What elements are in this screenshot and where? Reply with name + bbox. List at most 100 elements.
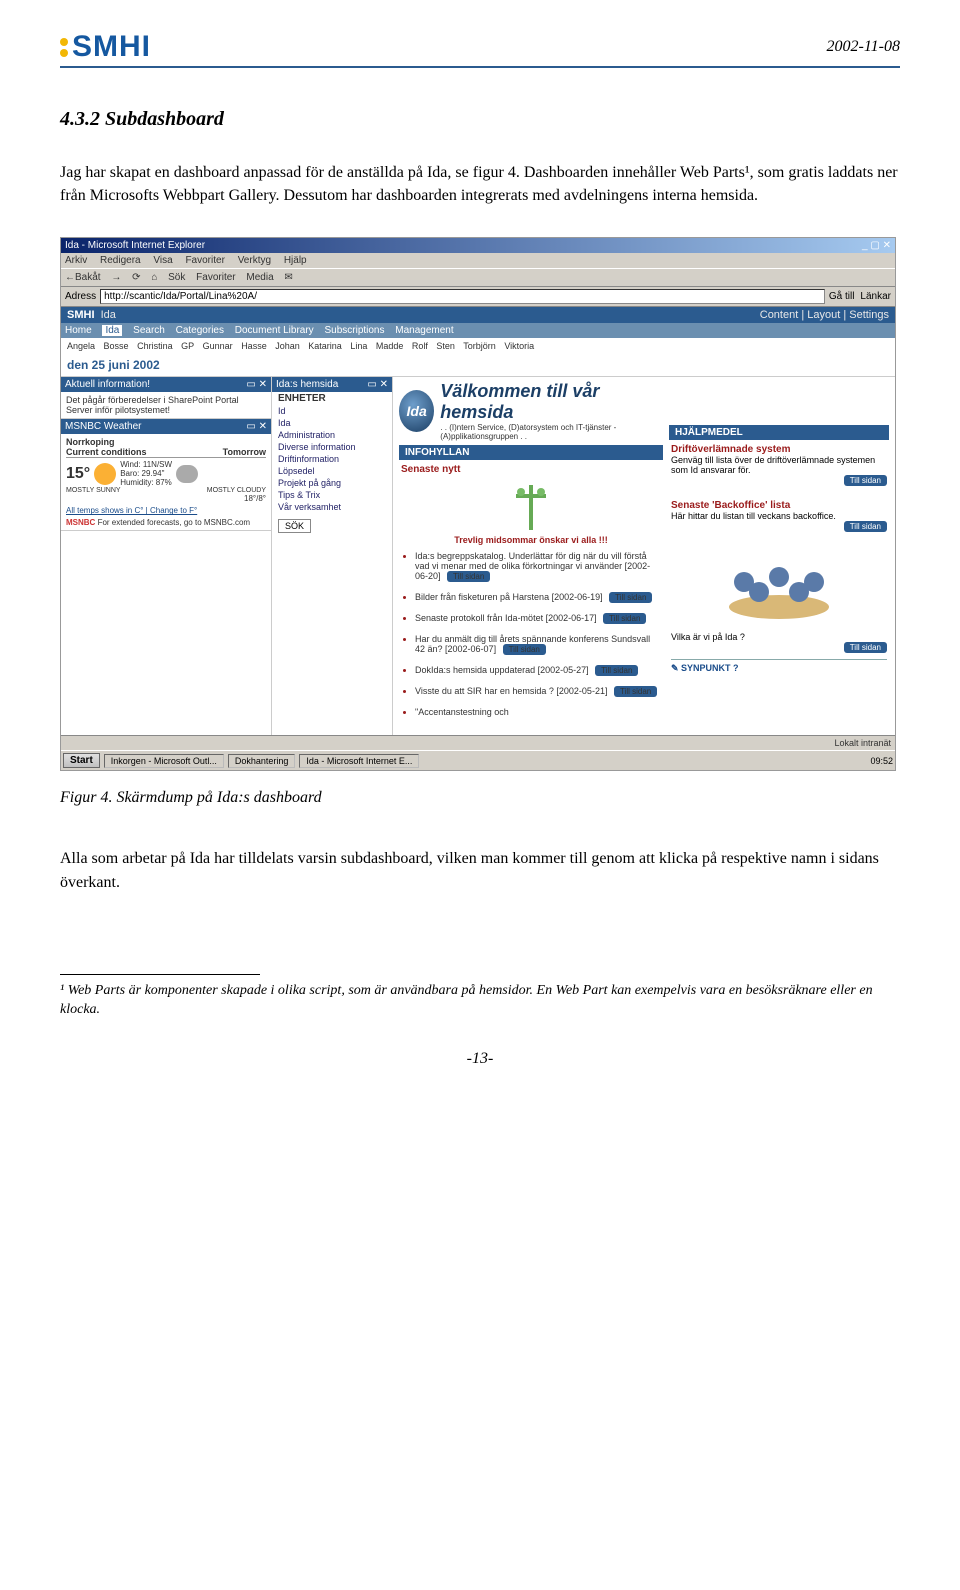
name-link[interactable]: Sten	[436, 341, 455, 351]
news-list: Ida:s begreppskatalog. Underlättar för d…	[401, 551, 661, 717]
tab-management[interactable]: Management	[395, 325, 453, 336]
tab-ida[interactable]: Ida	[102, 325, 122, 336]
name-link[interactable]: Johan	[275, 341, 300, 351]
mid-item[interactable]: Löpsedel	[272, 465, 392, 477]
till-sidan-button[interactable]: Till sidan	[603, 613, 646, 624]
webpart-controls-icon[interactable]: ▭ ✕	[367, 379, 388, 390]
till-sidan-button[interactable]: Till sidan	[447, 571, 490, 582]
midsummer-illustration	[401, 475, 661, 535]
name-link[interactable]: Rolf	[412, 341, 428, 351]
mid-item[interactable]: Vår verksamhet	[272, 501, 392, 513]
name-link[interactable]: Gunnar	[203, 341, 233, 351]
menu-hjalp[interactable]: Hjälp	[284, 255, 307, 266]
drift-title: Driftöverlämnade system	[671, 444, 887, 455]
browser-menubar[interactable]: Arkiv Redigera Visa Favoriter Verktyg Hj…	[61, 253, 895, 268]
links-button[interactable]: Länkar	[860, 291, 891, 302]
news-item: Visste du att SIR har en hemsida ? [2002…	[415, 686, 661, 697]
back-button[interactable]: ←Bakåt	[65, 272, 101, 283]
mid-item[interactable]: Projekt på gång	[272, 477, 392, 489]
news-item: Ida:s begreppskatalog. Underlättar för d…	[415, 551, 661, 582]
mid-item[interactable]: Driftinformation	[272, 453, 392, 465]
webpart-controls-icon[interactable]: ▭ ✕	[246, 379, 267, 390]
weather-wind: Wind: 11N/SW	[120, 460, 172, 469]
news-item: Bilder från fisketuren på Harstena [2002…	[415, 592, 661, 603]
address-label: Adress	[65, 291, 96, 302]
search-button[interactable]: Sök	[168, 272, 185, 283]
menu-redigera[interactable]: Redigera	[100, 255, 141, 266]
portal-tabs[interactable]: Home Ida Search Categories Document Libr…	[61, 323, 895, 338]
weather-hilow: 18°/8°	[66, 494, 266, 503]
name-link[interactable]: GP	[181, 341, 194, 351]
user-names-row[interactable]: Angela Bosse Christina GP Gunnar Hasse J…	[61, 338, 895, 354]
figure-caption: Figur 4. Skärmdump på Ida:s dashboard	[60, 789, 900, 807]
mid-item[interactable]: Id	[272, 405, 392, 417]
tab-doclib[interactable]: Document Library	[235, 325, 314, 336]
system-tray-clock: 09:52	[870, 756, 893, 766]
webpart-controls-icon[interactable]: ▭ ✕	[246, 421, 267, 432]
mid-item[interactable]: Diverse information	[272, 441, 392, 453]
name-link[interactable]: Katarina	[308, 341, 342, 351]
taskbar-item[interactable]: Inkorgen - Microsoft Outl...	[104, 754, 224, 768]
menu-arkiv[interactable]: Arkiv	[65, 255, 87, 266]
news-item: "Accentanstestning och	[415, 707, 661, 717]
mid-item[interactable]: Tips & Trix	[272, 489, 392, 501]
name-link[interactable]: Angela	[67, 341, 95, 351]
backoffice-title: Senaste 'Backoffice' lista	[671, 500, 887, 511]
weather-today: MOSTLY SUNNY	[66, 487, 121, 494]
name-link[interactable]: Torbjörn	[463, 341, 496, 351]
till-sidan-button[interactable]: Till sidan	[844, 642, 887, 653]
synpunkt-link[interactable]: ✎ SYNPUNKT ?	[671, 659, 887, 674]
tab-home[interactable]: Home	[65, 325, 92, 336]
favorites-button[interactable]: Favoriter	[196, 272, 235, 283]
weather-tomorrow: MOSTLY CLOUDY	[207, 487, 266, 494]
people-illustration	[671, 532, 887, 632]
taskbar-item[interactable]: Dokhantering	[228, 754, 296, 768]
menu-favoriter[interactable]: Favoriter	[185, 255, 224, 266]
webpart-aktuell-body: Det pågår förberedelser i SharePoint Por…	[61, 392, 271, 419]
window-controls[interactable]: _ ▢ ✕	[862, 240, 891, 251]
name-link[interactable]: Hasse	[241, 341, 267, 351]
name-link[interactable]: Viktoria	[504, 341, 534, 351]
tab-search[interactable]: Search	[133, 325, 165, 336]
name-link[interactable]: Lina	[350, 341, 367, 351]
menu-visa[interactable]: Visa	[153, 255, 172, 266]
media-button[interactable]: Media	[246, 272, 273, 283]
webpart-weather-header: MSNBC Weather▭ ✕	[61, 419, 271, 434]
windows-taskbar[interactable]: Start Inkorgen - Microsoft Outl... Dokha…	[61, 750, 895, 770]
till-sidan-button[interactable]: Till sidan	[609, 592, 652, 603]
browser-toolbar[interactable]: ←Bakåt → ⟳ ⌂ Sök Favoriter Media ✉	[61, 268, 895, 287]
hjalpmedel-header: HJÄLPMEDEL	[669, 425, 889, 440]
refresh-button[interactable]: ⟳	[132, 272, 140, 283]
weather-baro: Baro: 29.94"	[120, 469, 172, 478]
mid-enheter: ENHETER	[272, 392, 392, 405]
mid-item[interactable]: Ida	[272, 417, 392, 429]
till-sidan-button[interactable]: Till sidan	[503, 644, 546, 655]
mid-nav: Ida:s hemsida▭ ✕ ENHETER Id Ida Administ…	[271, 377, 393, 735]
address-bar[interactable]: Adress http://scantic/Ida/Portal/Lina%20…	[61, 287, 895, 307]
till-sidan-button[interactable]: Till sidan	[614, 686, 657, 697]
name-link[interactable]: Madde	[376, 341, 404, 351]
tab-subscriptions[interactable]: Subscriptions	[324, 325, 384, 336]
sok-button[interactable]: SÖK	[278, 519, 311, 533]
mid-item[interactable]: Administration	[272, 429, 392, 441]
name-link[interactable]: Bosse	[104, 341, 129, 351]
weather-extended-link[interactable]: MSNBC For extended forecasts, go to MSNB…	[66, 518, 266, 527]
weather-units-link[interactable]: All temps shows in C° | Change to F°	[66, 506, 266, 515]
address-input[interactable]: http://scantic/Ida/Portal/Lina%20A/	[100, 289, 825, 304]
forward-button[interactable]: →	[111, 272, 121, 283]
taskbar-item[interactable]: Ida - Microsoft Internet E...	[299, 754, 419, 768]
cloud-icon	[176, 465, 198, 483]
name-link[interactable]: Christina	[137, 341, 173, 351]
till-sidan-button[interactable]: Till sidan	[844, 521, 887, 532]
start-button[interactable]: Start	[63, 753, 100, 768]
till-sidan-button[interactable]: Till sidan	[595, 665, 638, 676]
mail-button[interactable]: ✉	[284, 272, 292, 283]
home-button[interactable]: ⌂	[151, 272, 157, 283]
menu-verktyg[interactable]: Verktyg	[238, 255, 271, 266]
go-button[interactable]: Gå till	[829, 291, 855, 302]
paragraph-1: Jag har skapat en dashboard anpassad för…	[60, 161, 900, 207]
portal-actions[interactable]: Content | Layout | Settings	[760, 309, 889, 321]
till-sidan-button[interactable]: Till sidan	[844, 475, 887, 486]
tab-categories[interactable]: Categories	[176, 325, 224, 336]
webpart-weather-body: Norrkoping Current conditions Tomorrow 1…	[61, 434, 271, 531]
